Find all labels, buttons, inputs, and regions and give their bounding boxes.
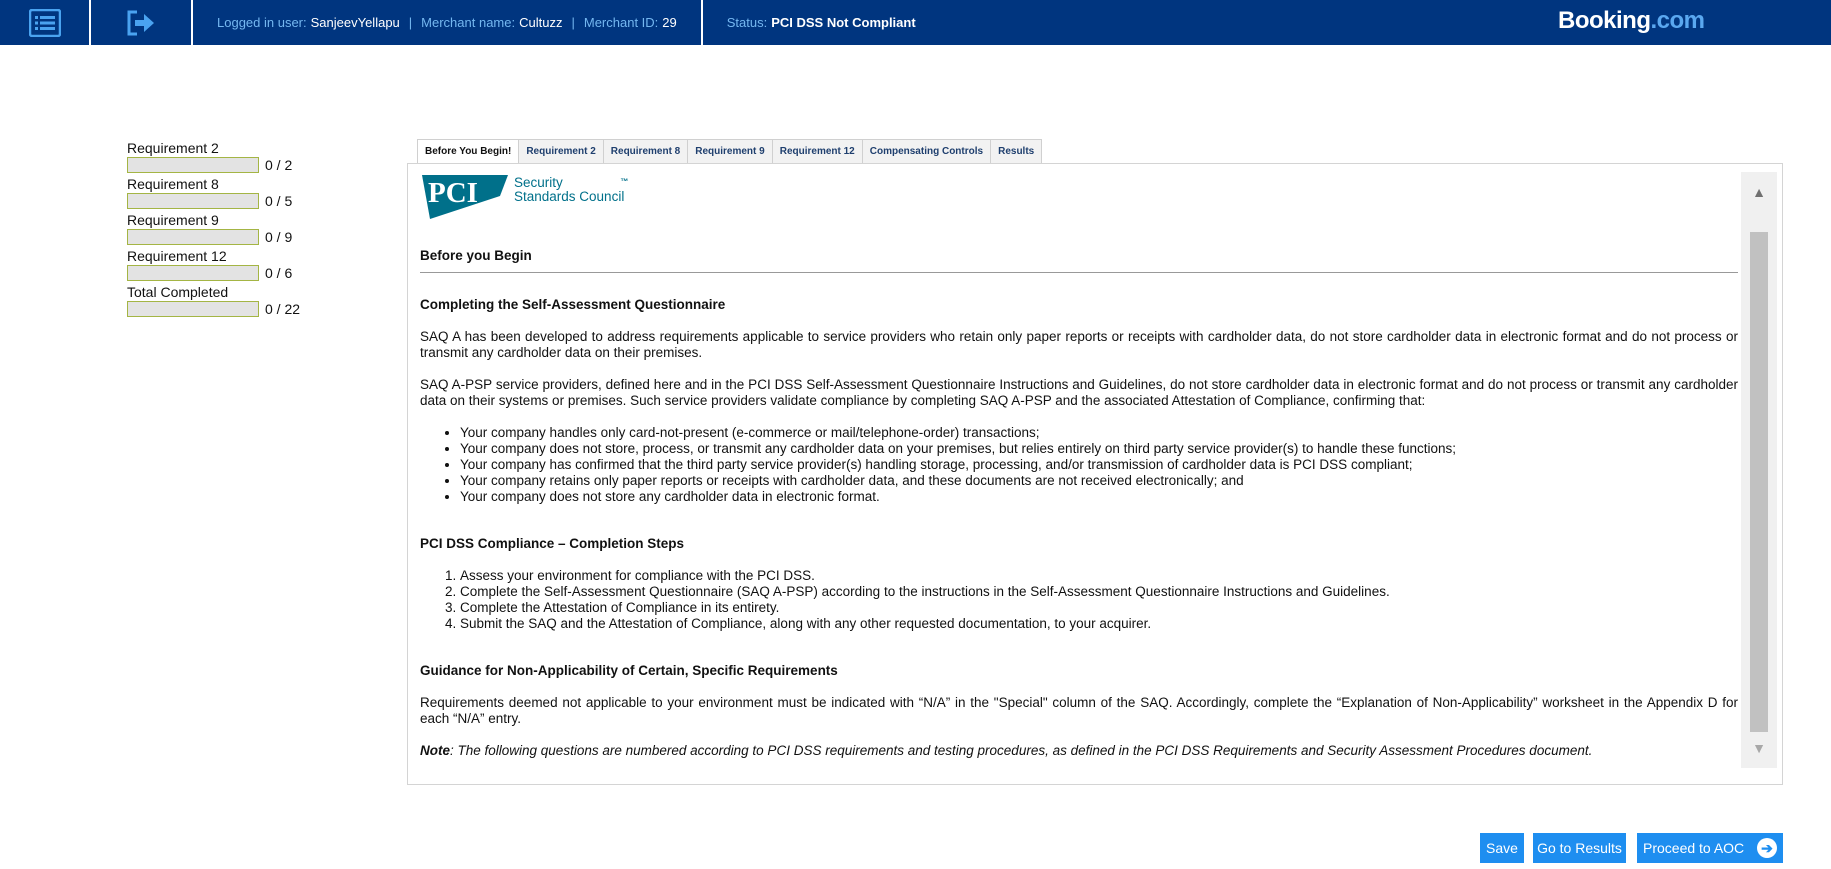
progress-count: 0 / 2	[265, 157, 293, 173]
logout-icon	[127, 10, 154, 35]
tab-requirement-2[interactable]: Requirement 2	[518, 139, 603, 164]
booking-logo: Booking.com	[1558, 7, 1705, 35]
progress-panel: Requirement 2 0 / 2 Requirement 8 0 / 5 …	[127, 140, 327, 320]
progress-total: Total Completed 0 / 22	[127, 284, 327, 320]
section-title-guidance: Guidance for Non-Applicability of Certai…	[420, 663, 838, 678]
pci-mark-text: PCI	[428, 177, 478, 209]
list-item: Complete the Self-Assessment Questionnai…	[460, 584, 1738, 600]
content-scroll-area[interactable]: PCI Security Standards Council ™ Before …	[420, 172, 1738, 768]
logout-button[interactable]	[91, 0, 193, 45]
list-item: Complete the Attestation of Compliance i…	[460, 600, 1738, 616]
brand-suffix: .com	[1650, 7, 1706, 34]
progress-bar	[127, 193, 259, 209]
merchant-id-label: Merchant ID:	[583, 15, 659, 30]
progress-requirement-8: Requirement 8 0 / 5	[127, 176, 327, 212]
pci-logo-line2: Standards Council	[514, 189, 625, 204]
note-paragraph: Note: The following questions are number…	[420, 743, 1738, 759]
tab-requirement-12[interactable]: Requirement 12	[771, 139, 862, 164]
section-title-steps: PCI DSS Compliance – Completion Steps	[420, 536, 685, 551]
trademark: ™	[620, 177, 629, 186]
list-menu-icon	[28, 8, 61, 37]
progress-label: Requirement 9	[127, 212, 219, 228]
arrow-right-circle-icon: ➔	[1757, 838, 1777, 858]
proceed-to-aoc-label: Proceed to AOC	[1643, 840, 1745, 856]
progress-count: 0 / 6	[265, 265, 293, 281]
paragraph-guidance: Requirements deemed not applicable to yo…	[420, 695, 1738, 726]
list-item: Your company does not store any cardhold…	[460, 489, 1738, 505]
list-item: Your company does not store, process, or…	[460, 441, 1738, 457]
note-text: : The following questions are numbered a…	[450, 743, 1593, 758]
merchant-id: 29	[662, 15, 677, 30]
tab-requirement-9[interactable]: Requirement 9	[687, 139, 772, 164]
progress-label: Requirement 12	[127, 248, 227, 264]
list-item: Your company retains only paper reports …	[460, 473, 1738, 489]
progress-label: Requirement 8	[127, 176, 219, 192]
separator: |	[571, 15, 575, 30]
user-info: Logged in user: SanjeevYellapu | Merchan…	[193, 0, 703, 45]
logged-in-label: Logged in user:	[217, 15, 307, 30]
menu-button[interactable]	[0, 0, 91, 45]
merchant-name: Cultuzz	[519, 15, 563, 30]
merchant-name-label: Merchant name:	[421, 15, 516, 30]
tab-bar: Before You Begin! Requirement 2 Requirem…	[417, 139, 1043, 164]
save-button[interactable]: Save	[1480, 833, 1524, 863]
arrow-down-icon[interactable]: ▼	[1741, 728, 1777, 768]
progress-label: Requirement 2	[127, 140, 219, 156]
note-label: Note	[420, 743, 450, 758]
paragraph-saq-a: SAQ A has been developed to address requ…	[420, 329, 1738, 360]
status-label: Status:	[726, 15, 768, 30]
progress-label: Total Completed	[127, 284, 229, 300]
brand-main: Booking	[1558, 7, 1651, 34]
list-item: Submit the SAQ and the Attestation of Co…	[460, 616, 1738, 632]
tab-before-you-begin[interactable]: Before You Begin!	[417, 139, 519, 164]
progress-count: 0 / 9	[265, 229, 293, 245]
pci-logo-line1: Security	[514, 175, 563, 190]
tab-compensating-controls[interactable]: Compensating Controls	[861, 139, 991, 164]
progress-bar	[127, 301, 259, 317]
steps-list: Assess your environment for compliance w…	[420, 568, 1738, 632]
progress-requirement-2: Requirement 2 0 / 2	[127, 140, 327, 176]
list-item: Assess your environment for compliance w…	[460, 568, 1738, 584]
content-frame: PCI Security Standards Council ™ Before …	[407, 163, 1783, 785]
section-title-saq: Completing the Self-Assessment Questionn…	[420, 297, 726, 312]
progress-bar	[127, 157, 259, 173]
confirmation-list: Your company handles only card-not-prese…	[420, 425, 1738, 505]
progress-count: 0 / 22	[265, 301, 301, 317]
pci-logo-mark: PCI	[422, 175, 508, 219]
vertical-scrollbar[interactable]: ▲ ▼	[1741, 172, 1777, 768]
status-value: PCI DSS Not Compliant	[771, 15, 916, 30]
tab-requirement-8[interactable]: Requirement 8	[602, 139, 688, 164]
paragraph-saq-a-psp: SAQ A-PSP service providers, defined her…	[420, 377, 1738, 408]
compliance-status: Status: PCI DSS Not Compliant	[703, 0, 916, 45]
scroll-thumb[interactable]	[1750, 232, 1768, 732]
top-bar: Logged in user: SanjeevYellapu | Merchan…	[0, 0, 1831, 45]
list-item: Your company handles only card-not-prese…	[460, 425, 1738, 441]
proceed-to-aoc-button[interactable]: Proceed to AOC ➔	[1637, 833, 1783, 863]
go-to-results-button[interactable]: Go to Results	[1533, 833, 1626, 863]
arrow-up-icon[interactable]: ▲	[1741, 172, 1777, 212]
pci-logo: PCI Security Standards Council ™	[420, 172, 1738, 236]
progress-requirement-12: Requirement 12 0 / 6	[127, 248, 327, 284]
progress-bar	[127, 265, 259, 281]
progress-requirement-9: Requirement 9 0 / 9	[127, 212, 327, 248]
progress-bar	[127, 229, 259, 245]
separator: |	[408, 15, 413, 30]
logged-in-user: SanjeevYellapu	[310, 15, 400, 30]
page-title: Before you Begin	[420, 248, 1738, 273]
tab-results[interactable]: Results	[990, 139, 1043, 164]
pci-logo-text: Security Standards Council	[514, 176, 624, 204]
list-item: Your company has confirmed that the thir…	[460, 457, 1738, 473]
progress-count: 0 / 5	[265, 193, 293, 209]
